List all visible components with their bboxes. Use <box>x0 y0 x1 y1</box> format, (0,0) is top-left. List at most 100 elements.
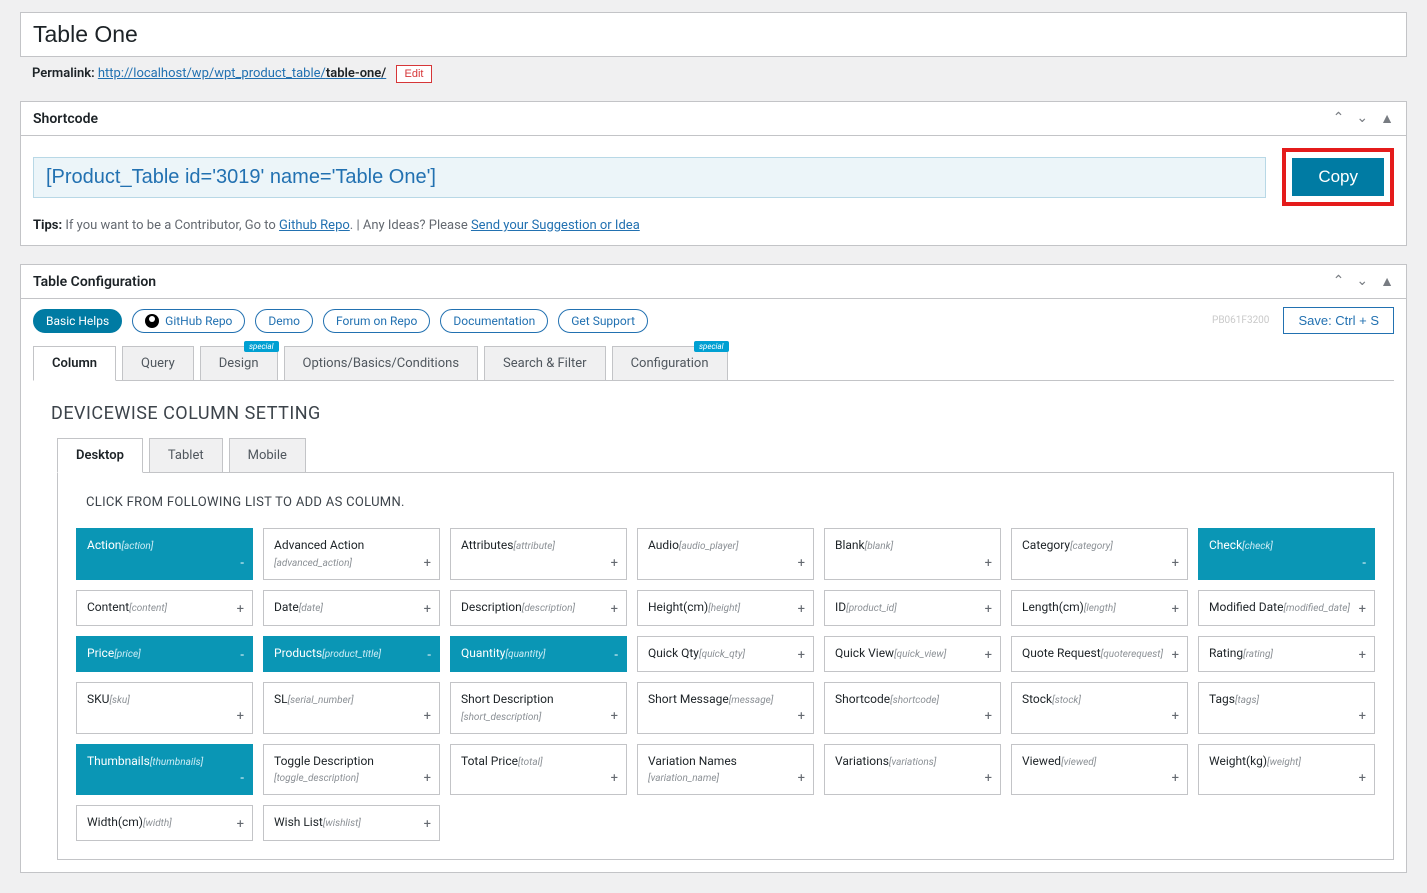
plus-icon: + <box>798 708 805 726</box>
tab-design[interactable]: Designspecial <box>200 346 278 380</box>
device-tab-desktop[interactable]: Desktop <box>57 438 143 473</box>
pill-demo[interactable]: Demo <box>255 309 313 333</box>
column-date[interactable]: Date[date]+ <box>263 590 440 626</box>
section-heading: DEVICEWISE COLUMN SETTING <box>51 403 1394 424</box>
device-tab-mobile[interactable]: Mobile <box>229 438 306 472</box>
edit-permalink-button[interactable]: Edit <box>396 65 433 83</box>
minus-icon: - <box>1362 555 1366 573</box>
chevron-down-icon[interactable]: ⌄ <box>1356 110 1368 127</box>
column-quick-qty[interactable]: Quick Qty[quick_qty]+ <box>637 636 814 672</box>
column-tags[interactable]: Tags[tags]+ <box>1198 682 1375 734</box>
column-variations[interactable]: Variations[variations]+ <box>824 744 1001 796</box>
pill-forum-on-repo[interactable]: Forum on Repo <box>323 309 430 333</box>
permalink-link[interactable]: http://localhost/wp/wpt_product_table/ta… <box>98 66 386 81</box>
plus-icon: + <box>985 601 992 619</box>
plus-icon: + <box>1359 647 1366 665</box>
column-id[interactable]: ID[product_id]+ <box>824 590 1001 626</box>
column-quantity[interactable]: Quantity[quantity]- <box>450 636 627 672</box>
pill-get-support[interactable]: Get Support <box>558 309 648 333</box>
column-description[interactable]: Description[description]+ <box>450 590 627 626</box>
column-action[interactable]: Action[action]- <box>76 528 253 580</box>
column-height-cm-[interactable]: Height(cm)[height]+ <box>637 590 814 626</box>
plus-icon: + <box>985 555 992 573</box>
column-content[interactable]: Content[content]+ <box>76 590 253 626</box>
shortcode-panel: Shortcode ⌃ ⌄ ▲ Copy Tips: If you want t… <box>20 101 1407 246</box>
column-weight-kg-[interactable]: Weight(kg)[weight]+ <box>1198 744 1375 796</box>
special-badge: special <box>244 341 279 352</box>
column-rating[interactable]: Rating[rating]+ <box>1198 636 1375 672</box>
save-button[interactable]: Save: Ctrl + S <box>1283 307 1394 334</box>
plus-icon: + <box>1172 770 1179 788</box>
tab-configuration[interactable]: Configurationspecial <box>612 346 728 380</box>
column-length-cm-[interactable]: Length(cm)[length]+ <box>1011 590 1188 626</box>
plus-icon: + <box>1172 555 1179 573</box>
github-icon <box>145 314 159 328</box>
config-panel-title: Table Configuration <box>33 274 156 290</box>
pill-documentation[interactable]: Documentation <box>440 309 548 333</box>
column-blank[interactable]: Blank[blank]+ <box>824 528 1001 580</box>
chevron-down-icon[interactable]: ⌄ <box>1356 273 1368 290</box>
column-attributes[interactable]: Attributes[attribute]+ <box>450 528 627 580</box>
plus-icon: + <box>1359 601 1366 619</box>
tab-query[interactable]: Query <box>122 346 194 380</box>
column-wish-list[interactable]: Wish List[wishlist]+ <box>263 805 440 841</box>
column-width-cm-[interactable]: Width(cm)[width]+ <box>76 805 253 841</box>
pill-basic-helps[interactable]: Basic Helps <box>33 309 122 333</box>
plus-icon: + <box>611 770 618 788</box>
column-check[interactable]: Check[check]- <box>1198 528 1375 580</box>
minus-icon: - <box>240 555 244 573</box>
plus-icon: + <box>237 601 244 619</box>
github-repo-link[interactable]: Github Repo <box>279 218 350 233</box>
column-modified-date[interactable]: Modified Date[modified_date]+ <box>1198 590 1375 626</box>
column-sku[interactable]: SKU[sku]+ <box>76 682 253 734</box>
column-short-message[interactable]: Short Message[message]+ <box>637 682 814 734</box>
column-audio[interactable]: Audio[audio_player]+ <box>637 528 814 580</box>
column-thumbnails[interactable]: Thumbnails[thumbnails]- <box>76 744 253 796</box>
plus-icon: + <box>798 555 805 573</box>
column-category[interactable]: Category[category]+ <box>1011 528 1188 580</box>
column-total-price[interactable]: Total Price[total]+ <box>450 744 627 796</box>
column-shortcode[interactable]: Shortcode[shortcode]+ <box>824 682 1001 734</box>
column-products[interactable]: Products[product_title]- <box>263 636 440 672</box>
plus-icon: + <box>1172 647 1179 665</box>
column-toggle-description[interactable]: Toggle Description[toggle_description]+ <box>263 744 440 796</box>
column-short-description[interactable]: Short Description[short_description]+ <box>450 682 627 734</box>
triangle-up-icon[interactable]: ▲ <box>1380 110 1394 127</box>
plus-icon: + <box>985 647 992 665</box>
minus-icon: - <box>427 647 431 665</box>
permalink-label: Permalink: <box>32 66 95 81</box>
title-panel <box>20 12 1407 57</box>
plus-icon: + <box>424 770 431 788</box>
plus-icon: + <box>611 601 618 619</box>
plus-icon: + <box>237 816 244 834</box>
minus-icon: - <box>614 647 618 665</box>
chevron-up-icon[interactable]: ⌃ <box>1333 273 1345 290</box>
tab-column[interactable]: Column <box>33 346 116 381</box>
triangle-up-icon[interactable]: ▲ <box>1380 273 1394 290</box>
column-viewed[interactable]: Viewed[viewed]+ <box>1011 744 1188 796</box>
copy-button[interactable]: Copy <box>1292 158 1384 196</box>
column-quote-request[interactable]: Quote Request[quoterequest]+ <box>1011 636 1188 672</box>
column-stock[interactable]: Stock[stock]+ <box>1011 682 1188 734</box>
column-advanced-action[interactable]: Advanced Action[advanced_action]+ <box>263 528 440 580</box>
pill-github-repo[interactable]: GitHub Repo <box>132 309 245 333</box>
plus-icon: + <box>237 708 244 726</box>
column-variation-names[interactable]: Variation Names[variation_name]+ <box>637 744 814 796</box>
plus-icon: + <box>985 708 992 726</box>
shortcode-input[interactable] <box>33 157 1266 198</box>
tab-search-filter[interactable]: Search & Filter <box>484 346 606 380</box>
column-quick-view[interactable]: Quick View[quick_view]+ <box>824 636 1001 672</box>
chevron-up-icon[interactable]: ⌃ <box>1333 110 1345 127</box>
minus-icon: - <box>240 770 244 788</box>
column-sl[interactable]: SL[serial_number]+ <box>263 682 440 734</box>
suggestion-link[interactable]: Send your Suggestion or Idea <box>471 218 640 233</box>
title-input[interactable] <box>33 21 1394 48</box>
plus-icon: + <box>1172 708 1179 726</box>
tab-options-basics-conditions[interactable]: Options/Basics/Conditions <box>284 346 479 380</box>
special-badge: special <box>694 341 729 352</box>
plus-icon: + <box>985 770 992 788</box>
plus-icon: + <box>798 647 805 665</box>
column-price[interactable]: Price[price]- <box>76 636 253 672</box>
plus-icon: + <box>424 555 431 573</box>
device-tab-tablet[interactable]: Tablet <box>149 438 223 472</box>
